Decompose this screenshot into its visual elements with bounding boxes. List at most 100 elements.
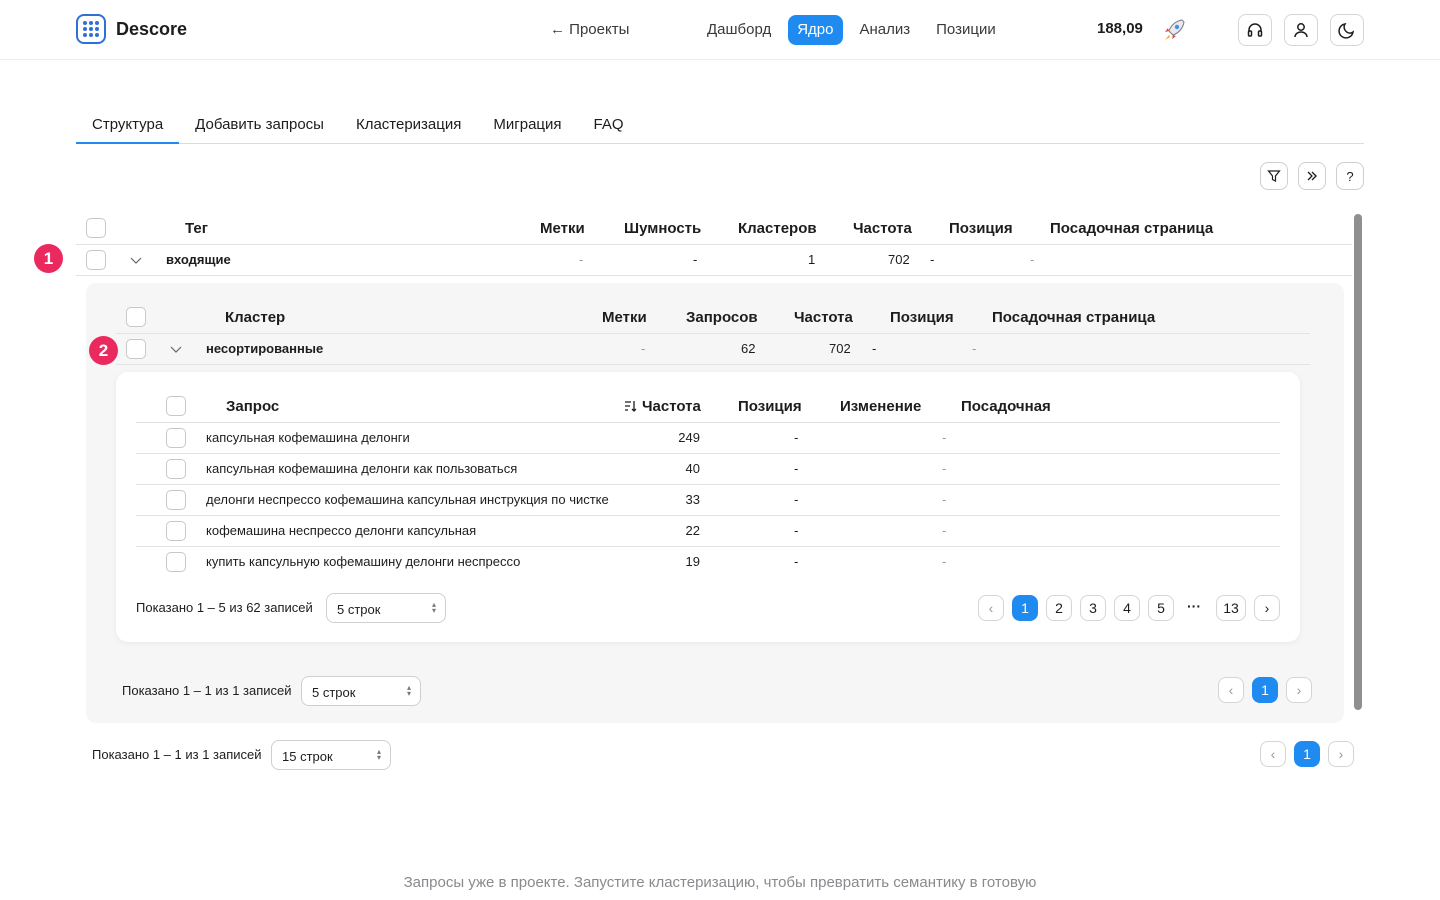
page-button[interactable]: 1 bbox=[1252, 677, 1278, 703]
cluster-queries: 62 bbox=[741, 341, 756, 356]
query-text: капсульная кофемашина делонги как пользо… bbox=[206, 461, 518, 476]
support-button[interactable] bbox=[1238, 14, 1272, 46]
tag-labels: - bbox=[579, 252, 584, 267]
page-button[interactable]: 2 bbox=[1046, 595, 1072, 621]
tab-faq[interactable]: FAQ bbox=[578, 106, 640, 144]
tab-migration[interactable]: Миграция bbox=[477, 106, 577, 144]
col-noise[interactable]: Шумность bbox=[624, 220, 701, 237]
tag-frequency: 702 bbox=[888, 252, 910, 267]
cluster-position: - bbox=[872, 341, 877, 356]
cluster-name[interactable]: несортированные bbox=[206, 341, 323, 356]
divider bbox=[116, 364, 1310, 365]
step-marker: 1 bbox=[34, 244, 63, 273]
col-cluster[interactable]: Кластер bbox=[225, 309, 285, 326]
next-page-button[interactable]: › bbox=[1328, 741, 1354, 767]
col-position[interactable]: Позиция bbox=[949, 220, 1013, 237]
query-frequency: 22 bbox=[685, 523, 700, 538]
profile-button[interactable] bbox=[1284, 14, 1318, 46]
tag-position: - bbox=[930, 252, 935, 267]
col-frequency[interactable]: Частота bbox=[853, 220, 912, 237]
query-text: делонги неспрессо кофемашина капсульная … bbox=[206, 492, 609, 507]
col-query-position[interactable]: Позиция bbox=[738, 398, 802, 415]
updown-icon: ▴ ▾ bbox=[406, 683, 411, 698]
rocket-icon[interactable] bbox=[1160, 16, 1188, 44]
select-all-queries-checkbox[interactable] bbox=[166, 396, 186, 416]
col-cluster-landing[interactable]: Посадочная страница bbox=[992, 309, 1155, 326]
select-all-clusters-checkbox[interactable] bbox=[126, 307, 146, 327]
query-row-checkbox[interactable] bbox=[166, 459, 186, 479]
nav-positions[interactable]: Позиции bbox=[927, 15, 1005, 45]
select-value: 5 строк bbox=[337, 602, 381, 617]
tag-name[interactable]: входящие bbox=[166, 252, 231, 267]
query-rows-per-page-select[interactable]: 5 строк ▴ ▾ bbox=[326, 593, 446, 623]
logo-icon bbox=[76, 14, 106, 44]
query-row-checkbox[interactable] bbox=[166, 428, 186, 448]
col-cluster-frequency[interactable]: Частота bbox=[794, 309, 853, 326]
nav-dashboard[interactable]: Дашборд bbox=[698, 15, 780, 45]
query-position: - bbox=[794, 554, 799, 569]
col-landing-page[interactable]: Посадочная страница bbox=[1050, 220, 1213, 237]
col-query[interactable]: Запрос bbox=[226, 398, 279, 415]
query-position: - bbox=[794, 461, 799, 476]
section-tabs: Структура Добавить запросы Кластеризация… bbox=[76, 106, 1364, 144]
query-row-checkbox[interactable] bbox=[166, 521, 186, 541]
help-button[interactable]: ? bbox=[1336, 162, 1364, 190]
query-landing: - bbox=[942, 461, 947, 476]
query-position: - bbox=[794, 492, 799, 507]
divider bbox=[136, 422, 1280, 423]
col-change[interactable]: Изменение bbox=[840, 398, 921, 415]
vertical-scrollbar[interactable] bbox=[1354, 214, 1362, 710]
filter-icon bbox=[1267, 170, 1281, 182]
cluster-rows-per-page-select[interactable]: 5 строк ▴ ▾ bbox=[301, 676, 421, 706]
col-cluster-position[interactable]: Позиция bbox=[890, 309, 954, 326]
tab-add-queries[interactable]: Добавить запросы bbox=[179, 106, 340, 144]
query-row-checkbox[interactable] bbox=[166, 490, 186, 510]
query-position: - bbox=[794, 430, 799, 445]
col-cluster-labels[interactable]: Метки bbox=[602, 309, 647, 326]
tag-row-checkbox[interactable] bbox=[86, 250, 106, 270]
col-tag[interactable]: Тег bbox=[185, 220, 208, 237]
theme-toggle-button[interactable] bbox=[1330, 14, 1364, 46]
back-to-projects-link[interactable]: ← Проекты bbox=[550, 21, 629, 38]
next-page-button[interactable]: › bbox=[1254, 595, 1280, 621]
divider bbox=[76, 275, 1352, 276]
page-button[interactable]: 1 bbox=[1012, 595, 1038, 621]
step-marker: 2 bbox=[89, 336, 118, 365]
col-clusters[interactable]: Кластеров bbox=[738, 220, 817, 237]
query-row-checkbox[interactable] bbox=[166, 552, 186, 572]
moon-icon bbox=[1338, 23, 1355, 39]
headset-icon bbox=[1247, 23, 1263, 37]
expand-all-button[interactable] bbox=[1298, 162, 1326, 190]
nav-core[interactable]: Ядро bbox=[788, 15, 843, 45]
cluster-row-checkbox[interactable] bbox=[126, 339, 146, 359]
page-button[interactable]: 5 bbox=[1148, 595, 1174, 621]
chevron-down-icon[interactable] bbox=[169, 342, 183, 356]
prev-page-button[interactable]: ‹ bbox=[1260, 741, 1286, 767]
prev-page-button[interactable]: ‹ bbox=[1218, 677, 1244, 703]
col-labels[interactable]: Метки bbox=[540, 220, 585, 237]
col-queries[interactable]: Запросов bbox=[686, 309, 758, 326]
prev-page-button[interactable]: ‹ bbox=[978, 595, 1004, 621]
tag-clusters: 1 bbox=[808, 252, 816, 267]
filter-button[interactable] bbox=[1260, 162, 1288, 190]
tag-rows-per-page-select[interactable]: 15 строк ▴ ▾ bbox=[271, 740, 391, 770]
tab-clustering[interactable]: Кластеризация bbox=[340, 106, 477, 144]
user-icon bbox=[1294, 23, 1308, 38]
col-query-landing[interactable]: Посадочная bbox=[961, 398, 1051, 415]
select-all-tags-checkbox[interactable] bbox=[86, 218, 106, 238]
divider bbox=[76, 244, 1352, 245]
page-button[interactable]: 13 bbox=[1216, 595, 1246, 621]
query-frequency: 19 bbox=[685, 554, 700, 569]
chevron-down-icon[interactable] bbox=[129, 253, 143, 267]
col-query-frequency[interactable]: Частота bbox=[642, 398, 701, 415]
sort-desc-icon[interactable] bbox=[624, 400, 637, 412]
tab-structure[interactable]: Структура bbox=[76, 106, 180, 144]
logo[interactable]: Descore bbox=[76, 14, 187, 44]
page-button[interactable]: 1 bbox=[1294, 741, 1320, 767]
top-header: Descore ← Проекты Дашборд Ядро Анализ По… bbox=[0, 0, 1440, 60]
page-button[interactable]: 4 bbox=[1114, 595, 1140, 621]
balance: 188,09 bbox=[1097, 20, 1143, 37]
page-button[interactable]: 3 bbox=[1080, 595, 1106, 621]
nav-analysis[interactable]: Анализ bbox=[851, 15, 920, 45]
next-page-button[interactable]: › bbox=[1286, 677, 1312, 703]
